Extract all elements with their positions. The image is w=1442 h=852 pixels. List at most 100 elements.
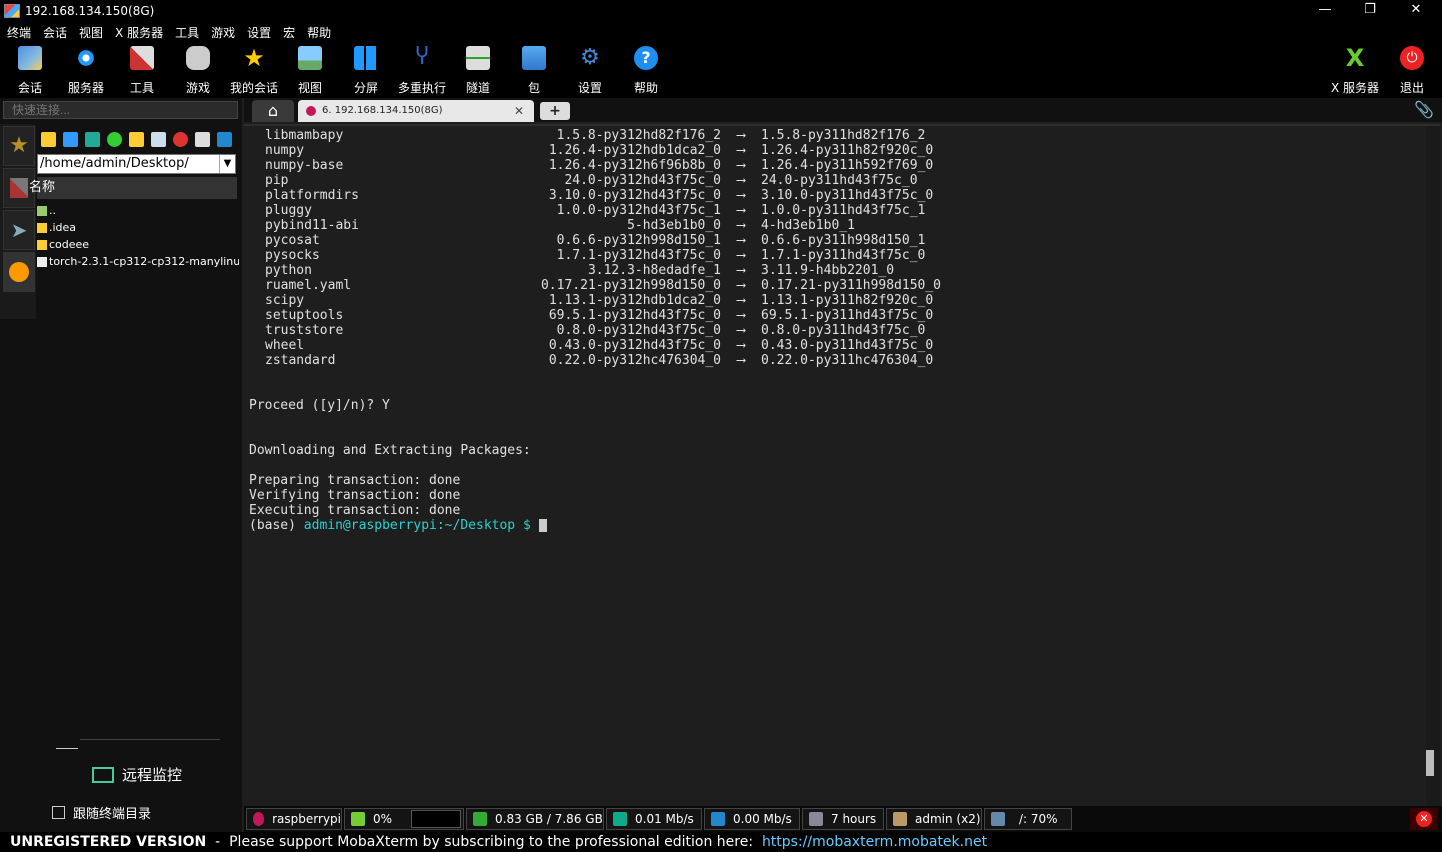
delete-icon[interactable] (173, 132, 188, 147)
sftp-toolbar (37, 128, 237, 152)
arrow-icon: ⟶ (737, 293, 745, 308)
maximize-button[interactable]: ❐ (1347, 0, 1393, 22)
menu-tools[interactable]: 工具 (175, 24, 199, 41)
raspberry-icon (253, 812, 265, 826)
mobatek-link[interactable]: https://mobaxterm.mobatek.net (762, 834, 987, 850)
package-row: pybind11-abi 5-hd3eb1b0_0 ⟶ 4-hd3eb1b0_1 (249, 218, 941, 233)
package-name: scipy (265, 293, 305, 308)
games-button[interactable]: 游戏 (170, 46, 226, 96)
close-tab-button[interactable]: ✕ (514, 100, 524, 122)
tools-icon (10, 178, 28, 198)
minimize-button[interactable]: — (1302, 0, 1348, 22)
attachment-icon[interactable]: 📎 (1414, 100, 1434, 119)
close-session-button[interactable]: ✕ (1410, 808, 1438, 830)
package-row: platformdirs 3.10.0-py312hd43f75c_0 ⟶ 3.10.… (249, 188, 941, 203)
tab-session[interactable]: 6. 192.168.134.150(8G) ✕ (298, 100, 534, 122)
checkbox[interactable] (52, 806, 65, 819)
list-item[interactable]: .. (37, 202, 239, 219)
packages-button[interactable]: 包 (506, 46, 562, 96)
new-folder-icon[interactable] (129, 132, 144, 147)
arrow-icon: ⟶ (737, 203, 745, 218)
upload-icon[interactable] (85, 132, 100, 147)
sidebar-tab-sessions[interactable]: ★ (3, 126, 35, 166)
package-row: pip 24.0-py312hd43f75c_0 ⟶ 24.0-py311hd43f7… (249, 173, 941, 188)
exit-button[interactable]: ⏻ 退出 (1384, 46, 1440, 96)
follow-terminal-checkbox[interactable]: 跟随终端目录 (52, 803, 151, 822)
package-row: libmambapy 1.5.8-py312hd82f176_2 ⟶ 1.5.8-py… (249, 128, 941, 143)
permissions-icon[interactable] (217, 132, 232, 147)
new-version: 3.11.9-h4bb2201_0 (761, 263, 895, 278)
new-file-icon[interactable] (151, 132, 166, 147)
menu-settings[interactable]: 设置 (247, 24, 271, 41)
sidebar-tab-macros[interactable] (3, 252, 35, 292)
old-version: 5-hd3eb1b0_0 (627, 218, 721, 233)
split-button[interactable]: 分屏 (338, 46, 394, 96)
multiexec-button[interactable]: Ⴤ 多重执行 (394, 46, 450, 96)
terminal[interactable]: libmambapy 1.5.8-py312hd82f176_2 ⟶ 1.5.8-py… (244, 124, 1440, 808)
servers-button[interactable]: 服务器 (58, 46, 114, 96)
scrollbar[interactable] (1426, 126, 1440, 808)
new-tab-button[interactable]: + (540, 102, 570, 120)
package-row: numpy-base 1.26.4-py312h6f96b8b_0 ⟶ 1.26.4-… (249, 158, 941, 173)
tab-home[interactable]: ⌂ (252, 100, 294, 122)
new-version: 1.0.0-py311hd43f75c_1 (761, 203, 926, 218)
new-version: 0.8.0-py311hd43f75c_0 (761, 323, 926, 338)
list-item[interactable]: .idea (37, 219, 239, 236)
download-icon[interactable] (63, 132, 78, 147)
my-sessions-button[interactable]: ★ 我的会话 (226, 46, 282, 96)
arrow-icon: ⟶ (737, 263, 745, 278)
arrow-icon: ⟶ (737, 188, 745, 203)
refresh-icon[interactable] (107, 132, 122, 147)
old-version: 1.13.1-py312hdb1dca2_0 (548, 293, 721, 308)
old-version: 0.43.0-py312hd43f75c_0 (548, 338, 721, 353)
help-button[interactable]: ? 帮助 (618, 46, 674, 96)
xserver-button[interactable]: X X 服务器 (1327, 46, 1383, 96)
chevron-down-icon[interactable]: ▼ (219, 155, 235, 173)
path-field[interactable]: /home/admin/Desktop/ ▼ (37, 154, 236, 174)
arrow-icon: ⟶ (737, 338, 745, 353)
settings-button[interactable]: ⚙ 设置 (562, 46, 618, 96)
menu-xserver[interactable]: X 服务器 (115, 24, 163, 41)
file-icon (37, 256, 47, 267)
menu-view[interactable]: 视图 (79, 24, 103, 41)
session-button[interactable]: 会话 (2, 46, 58, 96)
executing-line: Executing transaction: done (249, 503, 461, 518)
arrow-icon: ⟶ (737, 218, 745, 233)
sidebar-tabs: ★ ➤ (0, 124, 36, 319)
title-bar: 192.168.134.150(8G) — ❐ ✕ (0, 0, 1442, 22)
remote-monitor-button[interactable]: 远程监控 (92, 764, 182, 785)
new-version: 1.7.1-py311hd43f75c_0 (761, 248, 926, 263)
file-list: .. .idea codeee torch-2.3.1-cp312-cp312-… (37, 202, 239, 270)
prompt-user: admin@raspberrypi (303, 518, 437, 533)
menu-help[interactable]: 帮助 (307, 24, 331, 41)
menu-session[interactable]: 会话 (43, 24, 67, 41)
sidebar-tab-sftp[interactable]: ➤ (3, 210, 35, 250)
path-value: /home/admin/Desktop/ (40, 156, 189, 171)
macro-icon (9, 262, 29, 282)
tunneling-button[interactable]: 隧道 (450, 46, 506, 96)
file-column-header[interactable]: 名称 (29, 177, 237, 199)
monitor-icon (92, 766, 114, 783)
arrow-icon: ⟶ (737, 248, 745, 263)
proceed-prompt: Proceed ([y]/n)? Y (249, 398, 390, 413)
menu-terminal[interactable]: 终端 (7, 24, 31, 41)
quick-connect-input[interactable] (3, 101, 238, 119)
close-window-button[interactable]: ✕ (1393, 0, 1439, 22)
view-button[interactable]: 视图 (282, 46, 338, 96)
package-name: wheel (265, 338, 305, 353)
list-item[interactable]: codeee (37, 236, 239, 253)
tab-bar: ⌂ 6. 192.168.134.150(8G) ✕ + 📎 (244, 98, 1442, 122)
list-item[interactable]: torch-2.3.1-cp312-cp312-manylinux201 (37, 253, 239, 270)
folder-icon (37, 222, 47, 233)
menu-macros[interactable]: 宏 (283, 24, 295, 41)
rename-icon[interactable] (195, 132, 210, 147)
folder-up-icon[interactable] (41, 132, 56, 147)
scrollbar-thumb[interactable] (1426, 750, 1434, 776)
tools-button[interactable]: 工具 (114, 46, 170, 96)
star-icon: ★ (9, 133, 29, 158)
power-icon: ⏻ (1400, 46, 1424, 70)
menu-games[interactable]: 游戏 (211, 24, 235, 41)
